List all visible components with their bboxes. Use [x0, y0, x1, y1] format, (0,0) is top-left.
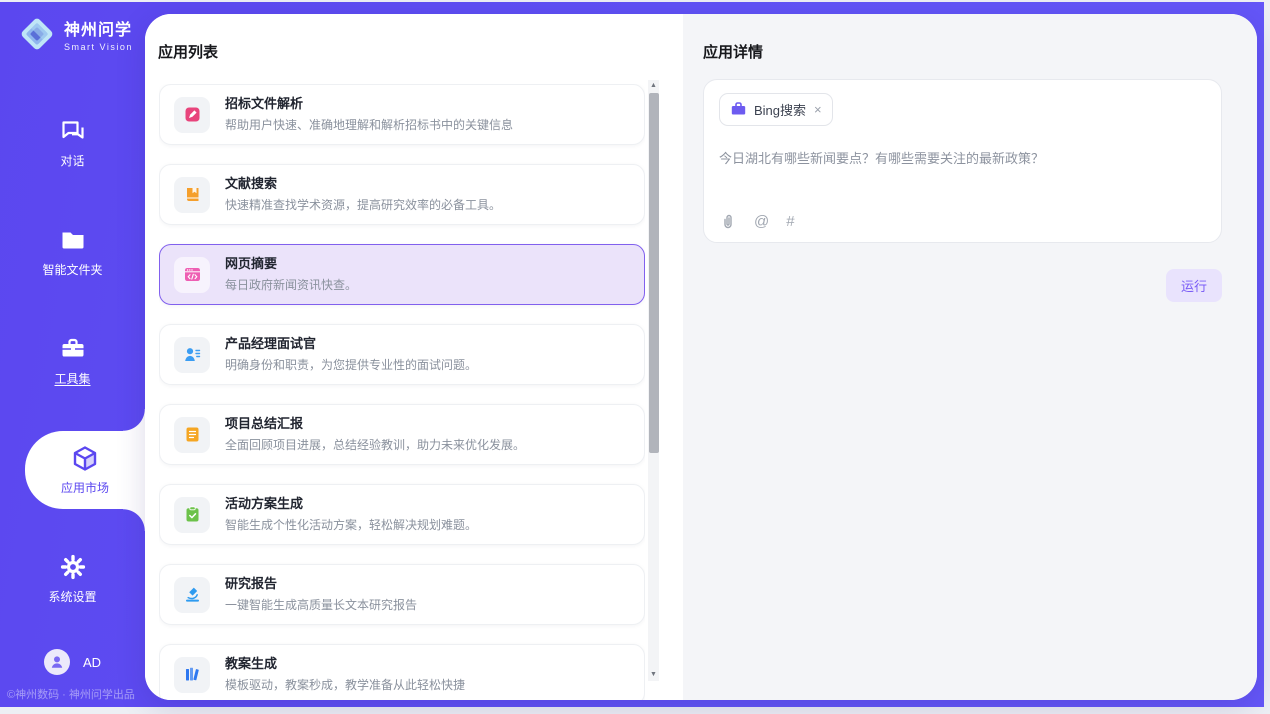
app-desc: 模板驱动，教案秒成，教学准备从此轻松快捷	[225, 676, 465, 694]
app-name: 招标文件解析	[225, 95, 513, 114]
sidebar-item-chat[interactable]: 对话	[0, 88, 145, 197]
app-name: 文献搜索	[225, 175, 501, 194]
active-nav-bubble[interactable]: 应用市场	[25, 431, 145, 509]
scrollbar-up-arrow[interactable]: ▲	[648, 80, 659, 92]
app-card-research-report[interactable]: 研究报告 一键智能生成高质量长文本研究报告	[159, 564, 645, 625]
tool-chip-label: Bing搜索	[754, 100, 806, 119]
app-icon-box	[174, 97, 210, 133]
user-initials: AD	[83, 655, 101, 670]
app-name: 项目总结汇报	[225, 415, 525, 434]
edit-doc-icon	[183, 105, 202, 124]
app-card-literature-search[interactable]: 文献搜索 快速精准查找学术资源，提高研究效率的必备工具。	[159, 164, 645, 225]
app-desc: 明确身份和职责，为您提供专业性的面试问题。	[225, 356, 477, 374]
briefcase-icon	[730, 101, 747, 118]
app-desc: 一键智能生成高质量长文本研究报告	[225, 596, 417, 614]
app-list-title: 应用列表	[158, 41, 683, 62]
sidebar-item-label: 智能文件夹	[42, 261, 102, 278]
sidebar-nav: 对话 智能文件夹 工具集 应用市场 系统设置	[0, 88, 145, 633]
run-row: 运行	[703, 269, 1222, 302]
user-row[interactable]: AD	[0, 649, 145, 675]
app-desc: 帮助用户快速、准确地理解和解析招标书中的关键信息	[225, 116, 513, 134]
app-card-event-plan[interactable]: 活动方案生成 智能生成个性化活动方案，轻松解决规划难题。	[159, 484, 645, 545]
app-icon-box	[174, 497, 210, 533]
main-panel: 应用列表 招标文件解析 帮助用户快速、准确地理解和解析招标书中的关键信息	[145, 14, 1257, 700]
note-icon	[183, 425, 202, 444]
sidebar-item-app-market[interactable]: 应用市场	[0, 415, 145, 524]
diamond-logo-icon	[18, 15, 56, 53]
app-desc: 全面回顾项目进展，总结经验教训，助力未来优化发展。	[225, 436, 525, 454]
sidebar-item-label: 对话	[60, 152, 84, 169]
query-text[interactable]: 今日湖北有哪些新闻要点？有哪些需要关注的最新政策？	[719, 149, 1206, 169]
app-icon-box	[174, 417, 210, 453]
app-desc: 智能生成个性化活动方案，轻松解决规划难题。	[225, 516, 477, 534]
app-name: 网页摘要	[225, 255, 357, 274]
app-name: 教案生成	[225, 655, 465, 674]
app-cards: 招标文件解析 帮助用户快速、准确地理解和解析招标书中的关键信息 文献搜索 快速精…	[159, 84, 645, 700]
sidebar-item-label: 系统设置	[48, 588, 96, 605]
interviewer-icon	[183, 345, 202, 364]
close-icon[interactable]: ×	[814, 102, 822, 117]
toolbox-icon	[59, 335, 87, 363]
app-icon-box	[174, 257, 210, 293]
gear-icon	[59, 553, 87, 581]
app-desc: 快速精准查找学术资源，提高研究效率的必备工具。	[225, 196, 501, 214]
sidebar: 神州问学 Smart Vision 对话 智能文件夹 工具集	[0, 2, 145, 707]
paperclip-icon[interactable]	[719, 212, 737, 230]
app-name: 活动方案生成	[225, 495, 477, 514]
app-icon-box	[174, 177, 210, 213]
app-icon-box	[174, 577, 210, 613]
avatar	[44, 649, 70, 675]
mention-icon[interactable]: @	[754, 213, 769, 230]
copyright-footer: ©神州数码 · 神州问学出品	[7, 686, 135, 702]
app-detail-section: 应用详情 Bing搜索 × 今日湖北有哪些新闻要点？有哪些需要关注的最新政策？ …	[683, 14, 1257, 700]
sidebar-item-smart-folder[interactable]: 智能文件夹	[0, 197, 145, 306]
app-card-lesson-plan[interactable]: 教案生成 模板驱动，教案秒成，教学准备从此轻松快捷	[159, 644, 645, 700]
book-icon	[183, 185, 202, 204]
scrollbar-thumb[interactable]	[649, 93, 659, 453]
sidebar-item-toolset[interactable]: 工具集	[0, 306, 145, 415]
scrollbar-down-arrow[interactable]: ▼	[648, 669, 659, 681]
clipboard-check-icon	[183, 505, 202, 524]
brand-name: 神州问学	[64, 16, 133, 40]
app-card-pm-interviewer[interactable]: 产品经理面试官 明确身份和职责，为您提供专业性的面试问题。	[159, 324, 645, 385]
sidebar-item-label: 应用市场	[61, 479, 109, 496]
brand-text: 神州问学 Smart Vision	[64, 16, 133, 52]
chat-icon	[59, 117, 87, 145]
app-desc: 每日政府新闻资讯快查。	[225, 276, 357, 294]
app-card-bid-parsing[interactable]: 招标文件解析 帮助用户快速、准确地理解和解析招标书中的关键信息	[159, 84, 645, 145]
brand-logo: 神州问学 Smart Vision	[18, 15, 145, 53]
sidebar-item-settings[interactable]: 系统设置	[0, 524, 145, 633]
app-icon-box	[174, 337, 210, 373]
books-icon	[183, 665, 202, 684]
browser-code-icon	[183, 265, 202, 284]
app-list-section: 应用列表 招标文件解析 帮助用户快速、准确地理解和解析招标书中的关键信息	[145, 14, 683, 700]
microscope-icon	[183, 585, 202, 604]
app-detail-title: 应用详情	[703, 41, 1222, 62]
app-name: 产品经理面试官	[225, 335, 477, 354]
attachment-toolbar: @ #	[719, 212, 1206, 230]
query-input-card[interactable]: Bing搜索 × 今日湖北有哪些新闻要点？有哪些需要关注的最新政策？ @ #	[703, 79, 1222, 243]
run-button[interactable]: 运行	[1166, 269, 1222, 302]
app-icon-box	[174, 657, 210, 693]
cube-icon	[70, 444, 100, 474]
list-scrollbar[interactable]: ▲ ▼	[648, 80, 659, 681]
hashtag-icon[interactable]: #	[786, 213, 794, 230]
tool-chip-bing-search[interactable]: Bing搜索 ×	[719, 93, 833, 126]
app-card-web-summary[interactable]: 网页摘要 每日政府新闻资讯快查。	[159, 244, 645, 305]
app-card-project-summary[interactable]: 项目总结汇报 全面回顾项目进展，总结经验教训，助力未来优化发展。	[159, 404, 645, 465]
folder-icon	[59, 226, 87, 254]
brand-subtitle: Smart Vision	[64, 42, 133, 52]
sidebar-item-label: 工具集	[54, 370, 90, 387]
app-name: 研究报告	[225, 575, 417, 594]
